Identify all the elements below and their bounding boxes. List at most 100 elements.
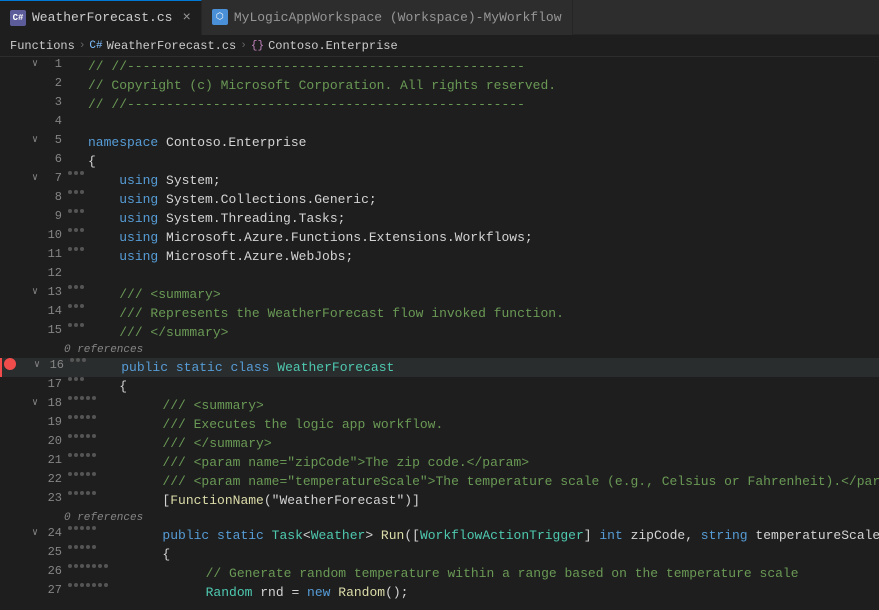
line-gutter: ∨13 — [18, 285, 68, 299]
indent-dots — [68, 453, 96, 457]
code-line: ∨24 public static Task<Weather> Run([Wor… — [0, 526, 879, 545]
token-white: { — [162, 547, 170, 562]
tab-bar: C# WeatherForecast.cs × ⬡ MyLogicAppWork… — [0, 0, 879, 35]
code-line: ›14 /// Represents the WeatherForecast f… — [0, 304, 879, 323]
token-type: Random — [206, 585, 253, 600]
line-gutter: ›19 — [18, 415, 68, 429]
ref-label: 0 references — [0, 510, 879, 526]
token-kw: using — [119, 192, 158, 207]
line-gutter: ›15 — [18, 323, 68, 337]
token-white: Microsoft.Azure.Functions.Extensions.Wor… — [158, 230, 532, 245]
token-cmt: /// <param name="zipCode">The zip code.<… — [162, 455, 529, 470]
line-gutter: ›17 — [18, 377, 68, 391]
token-func: FunctionName — [170, 493, 264, 508]
line-gutter: ∨16 — [20, 358, 70, 372]
fold-arrow[interactable]: ∨ — [30, 527, 40, 539]
line-number: 13 — [42, 285, 62, 299]
indent-dots — [68, 247, 84, 251]
indent-dots — [68, 415, 96, 419]
code-line: ∨1// //---------------------------------… — [0, 57, 879, 76]
indent-dots — [68, 434, 96, 438]
indent-dots — [68, 396, 96, 400]
token-white — [209, 528, 217, 543]
indent-dots — [68, 491, 96, 495]
code-content: // Copyright (c) Microsoft Corporation. … — [88, 76, 879, 95]
code-line: ›23 [FunctionName("WeatherForecast")] — [0, 491, 879, 510]
debug-breakpoint[interactable] — [4, 358, 16, 370]
token-cmt: // Copyright (c) Microsoft Corporation. … — [88, 78, 556, 93]
line-number: 27 — [42, 583, 62, 597]
code-content: /// Executes the logic app workflow. — [100, 415, 879, 434]
code-line: ›22 /// <param name="temperatureScale">T… — [0, 472, 879, 491]
token-type: WeatherForecast — [277, 360, 394, 375]
token-white: (); — [385, 585, 408, 600]
code-content: { — [88, 377, 879, 396]
breadcrumb-functions[interactable]: Functions — [10, 39, 75, 53]
token-kw: static — [176, 360, 223, 375]
breadcrumb-file-icon: C# — [89, 40, 102, 52]
fold-arrow[interactable]: ∨ — [30, 58, 40, 70]
code-content: using Microsoft.Azure.Functions.Extensio… — [88, 228, 879, 247]
token-cmt: /// Represents the WeatherForecast flow … — [119, 306, 564, 321]
fold-arrow[interactable]: ∨ — [30, 172, 40, 184]
fold-arrow[interactable]: ∨ — [30, 397, 40, 409]
indent-dots — [68, 171, 84, 175]
token-kw: namespace — [88, 135, 158, 150]
fold-arrow[interactable]: ∨ — [30, 286, 40, 298]
line-gutter: ›26 — [18, 564, 68, 578]
indent-dots — [68, 526, 96, 530]
code-line: ›21 /// <param name="zipCode">The zip co… — [0, 453, 879, 472]
line-number: 15 — [42, 323, 62, 337]
code-content: /// <summary> — [100, 396, 879, 415]
line-number: 17 — [42, 377, 62, 391]
code-line: ∨16 public static class WeatherForecast — [0, 358, 879, 377]
indent-dots — [68, 190, 84, 194]
breadcrumb-file[interactable]: WeatherForecast.cs — [107, 39, 237, 53]
code-line: ›17 { — [0, 377, 879, 396]
line-number: 14 — [42, 304, 62, 318]
code-line: ∨5namespace Contoso.Enterprise — [0, 133, 879, 152]
line-number: 22 — [42, 472, 62, 486]
fold-arrow[interactable]: ∨ — [30, 134, 40, 146]
line-gutter: ›23 — [18, 491, 68, 505]
line-number: 26 — [42, 564, 62, 578]
code-line: ›26 // Generate random temperature withi… — [0, 564, 879, 583]
breadcrumb-sep-1: › — [79, 40, 86, 52]
code-line: ›19 /// Executes the logic app workflow. — [0, 415, 879, 434]
indent-dots — [68, 583, 108, 587]
token-white: Microsoft.Azure.WebJobs; — [158, 249, 353, 264]
fold-arrow[interactable]: ∨ — [32, 359, 42, 371]
line-number: 7 — [42, 171, 62, 185]
line-gutter: ›27 — [18, 583, 68, 597]
tab-weatherforecast[interactable]: C# WeatherForecast.cs × — [0, 0, 202, 35]
token-white: < — [303, 528, 311, 543]
line-gutter: ›22 — [18, 472, 68, 486]
token-white — [168, 360, 176, 375]
line-gutter: ›8 — [18, 190, 68, 204]
line-gutter: ›14 — [18, 304, 68, 318]
token-kw: public — [121, 360, 168, 375]
breadcrumb-ns-icon: {} — [251, 40, 264, 52]
tab-mylogicapp[interactable]: ⬡ MyLogicAppWorkspace (Workspace)-MyWork… — [202, 0, 573, 35]
token-white: temperatureScale) — [748, 528, 879, 543]
line-gutter: ∨5 — [18, 133, 68, 147]
breadcrumb-ns[interactable]: Contoso.Enterprise — [268, 39, 398, 53]
indent-dots — [70, 358, 86, 362]
code-area[interactable]: ∨1// //---------------------------------… — [0, 57, 879, 610]
line-number: 23 — [42, 491, 62, 505]
code-line: ›10 using Microsoft.Azure.Functions.Exte… — [0, 228, 879, 247]
tab-close-button[interactable]: × — [182, 10, 190, 26]
code-content: /// </summary> — [88, 323, 879, 342]
code-line: ›3// //---------------------------------… — [0, 95, 879, 114]
indent-dots — [68, 228, 84, 232]
line-number: 10 — [42, 228, 62, 242]
token-cmt: /// </summary> — [119, 325, 228, 340]
token-kw: static — [217, 528, 264, 543]
line-number: 9 — [42, 209, 62, 223]
token-white: rnd = — [252, 585, 307, 600]
cs-file-icon: C# — [10, 10, 26, 26]
token-kw: int — [599, 528, 622, 543]
token-cmt: /// <summary> — [162, 398, 263, 413]
token-cmt: // Generate random temperature within a … — [206, 566, 799, 581]
code-line: ∨18 /// <summary> — [0, 396, 879, 415]
